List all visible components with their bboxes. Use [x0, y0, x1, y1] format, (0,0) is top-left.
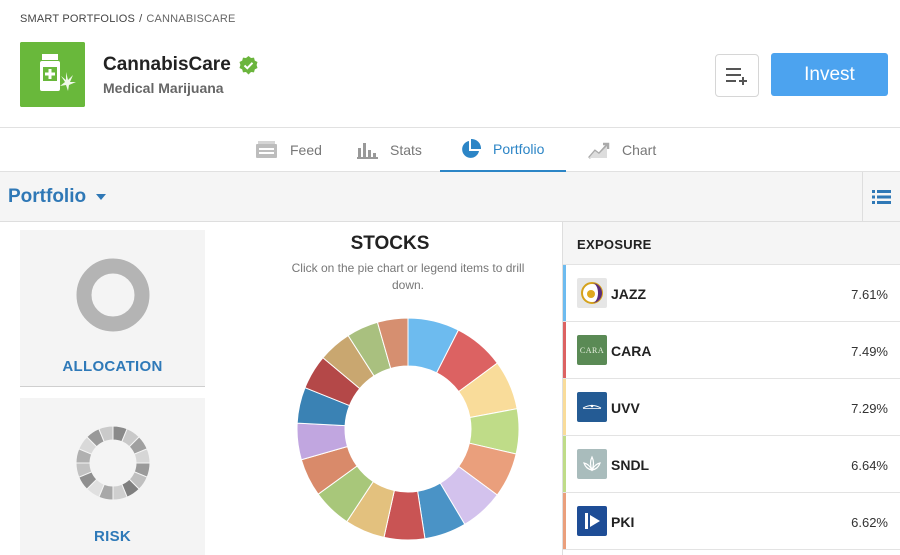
invest-button[interactable]: Invest	[771, 53, 888, 96]
breadcrumb-separator: /	[139, 13, 143, 25]
risk-donut-icon	[74, 425, 151, 501]
breadcrumb-current: CANNABISCARE	[146, 13, 236, 25]
exposure-ticker: SNDL	[611, 457, 650, 473]
tab-feed-label: Feed	[290, 142, 322, 158]
tab-stats[interactable]: Stats	[357, 128, 422, 172]
portfolio-subtitle: Medical Marijuana	[103, 80, 224, 96]
portfolio-view-bar: Portfolio	[0, 172, 900, 222]
exposure-row-sndl[interactable]: SNDL 6.64%	[563, 436, 900, 493]
risk-label: RISK	[93, 528, 132, 545]
portfolio-view-dropdown[interactable]: Portfolio	[8, 186, 107, 208]
portfolio-name: CannabisCare	[103, 54, 231, 75]
exposure-ticker: UVV	[611, 400, 640, 416]
row-color-bar	[563, 379, 566, 435]
add-list-icon	[726, 67, 747, 85]
add-to-watchlist-button[interactable]	[715, 54, 759, 97]
exposure-panel: EXPOSURE JAZZ 7.61% CARA CARA 7.49% UVV …	[562, 222, 900, 555]
feed-icon	[255, 141, 278, 159]
breakdown-cards: ALLOCATION RISK	[0, 222, 220, 555]
row-color-bar	[563, 265, 566, 321]
exposure-ticker: CARA	[611, 343, 652, 359]
pki-logo	[577, 506, 607, 536]
exposure-ticker: JAZZ	[611, 286, 646, 302]
stocks-donut-chart[interactable]	[296, 317, 520, 541]
tab-portfolio-label: Portfolio	[493, 141, 545, 157]
tab-stats-label: Stats	[390, 142, 422, 158]
cara-logo-text: CARA	[579, 345, 605, 355]
exposure-row-pki[interactable]: PKI 6.62%	[563, 493, 900, 550]
row-color-bar	[563, 493, 566, 549]
allocation-card[interactable]: ALLOCATION	[20, 230, 205, 387]
verified-badge-icon	[238, 55, 259, 76]
exposure-percent: 7.49%	[851, 344, 888, 359]
list-view-button[interactable]	[862, 172, 900, 221]
uvv-logo	[577, 392, 607, 422]
risk-card[interactable]: RISK	[20, 398, 205, 555]
tab-chart-label: Chart	[622, 142, 657, 158]
tab-feed[interactable]: Feed	[255, 128, 322, 172]
stocks-title: STOCKS	[350, 233, 430, 254]
exposure-row-uvv[interactable]: UVV 7.29%	[563, 379, 900, 436]
chart-icon	[588, 142, 610, 159]
jazz-logo	[577, 278, 607, 308]
cara-logo: CARA	[577, 335, 607, 365]
exposure-percent: 7.29%	[851, 401, 888, 416]
tab-chart[interactable]: Chart	[588, 128, 656, 172]
portfolio-logo	[20, 42, 85, 107]
pie-icon	[460, 138, 481, 160]
tab-bar: Feed Stats Portfolio Chart	[0, 127, 900, 172]
allocation-label: ALLOCATION	[62, 358, 163, 375]
allocation-donut-icon	[76, 258, 149, 332]
row-color-bar	[563, 322, 566, 378]
list-icon	[872, 189, 891, 204]
tab-portfolio[interactable]: Portfolio	[440, 128, 566, 172]
exposure-row-jazz[interactable]: JAZZ 7.61%	[563, 265, 900, 322]
exposure-title: EXPOSURE	[563, 222, 900, 265]
portfolio-view-label: Portfolio	[8, 186, 87, 207]
breadcrumb: SMART PORTFOLIOS / CANNABISCARE	[20, 13, 236, 25]
exposure-percent: 6.64%	[851, 458, 888, 473]
caret-down-icon	[96, 194, 107, 200]
sndl-logo	[577, 449, 607, 479]
stats-icon	[357, 142, 378, 159]
exposure-percent: 7.61%	[851, 287, 888, 302]
exposure-percent: 6.62%	[851, 515, 888, 530]
stocks-instructions: Click on the pie chart or legend items t…	[291, 261, 525, 292]
page: SMART PORTFOLIOS / CANNABISCARE CannabisCa…	[0, 0, 900, 555]
exposure-ticker: PKI	[611, 514, 635, 530]
exposure-row-cara[interactable]: CARA CARA 7.49%	[563, 322, 900, 379]
row-color-bar	[563, 436, 566, 492]
breadcrumb-parent[interactable]: SMART PORTFOLIOS	[20, 13, 135, 25]
